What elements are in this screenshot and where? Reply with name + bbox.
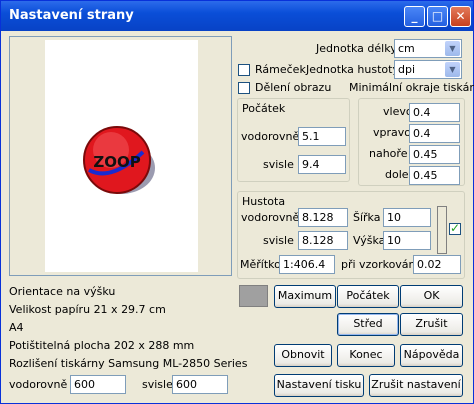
width-label: Šířka (353, 211, 381, 224)
margin-bottom-label: dole (385, 168, 409, 181)
orientation-label: Orientace na výšku (9, 285, 116, 298)
color-swatch[interactable] (239, 285, 268, 307)
maximize-icon: □ (431, 9, 444, 23)
split-label: Dělení obrazu (255, 81, 332, 94)
title-bar[interactable]: Nastavení strany _ □ ✕ (1, 1, 473, 31)
frame-checkbox[interactable] (238, 64, 250, 76)
print-setup-button[interactable]: Nastavení tisku (274, 374, 364, 397)
end-button[interactable]: Konec (337, 344, 395, 367)
margin-bottom-input[interactable]: 0.45 (409, 166, 460, 185)
ok-button[interactable]: OK (400, 285, 463, 308)
density-h-label: vodorovně (241, 211, 300, 224)
margin-left-input[interactable]: 0.4 (409, 103, 460, 122)
printable-area-label: Potištitelná plocha 202 x 288 mm (9, 339, 195, 352)
density-v-label: svisle (263, 234, 294, 247)
res-v-input[interactable]: 600 (172, 375, 228, 394)
split-checkbox[interactable] (238, 82, 250, 94)
minimize-button[interactable]: _ (404, 6, 425, 27)
height-label: Výška (353, 234, 386, 247)
margin-right-label: vpravo (373, 126, 411, 139)
margin-top-input[interactable]: 0.45 (409, 145, 460, 164)
origin-v-label: svisle (263, 158, 294, 171)
link-bar (437, 206, 447, 254)
scale-input[interactable]: 1:406.4 (279, 255, 335, 274)
cancel-button[interactable]: Zrušit (400, 313, 463, 336)
length-unit-label: Jednotka délky (316, 42, 397, 55)
restore-button[interactable]: Obnovit (274, 344, 332, 367)
scale-label: Měřítko (240, 258, 281, 271)
origin-v-input[interactable]: 9.4 (298, 155, 346, 174)
window-title: Nastavení strany (9, 8, 134, 23)
paper-name: A4 (9, 321, 24, 334)
chevron-down-icon: ▼ (445, 41, 460, 56)
origin-h-label: vodorovně (241, 130, 300, 143)
zoop-logo-icon: ZOOP (83, 126, 155, 194)
density-unit-label: Jednotka hustoty (306, 63, 399, 76)
center-button[interactable]: Střed (337, 313, 399, 336)
cancel-setup-button[interactable]: Zrušit nastavení (369, 374, 463, 397)
length-unit-select[interactable]: cm ▼ (394, 39, 462, 58)
origin-h-input[interactable]: 5.1 (298, 127, 346, 146)
height-input[interactable]: 10 (383, 231, 431, 250)
res-v-label: svisle (142, 378, 173, 391)
density-unit-value: dpi (398, 63, 416, 76)
origin-button[interactable]: Počátek (337, 285, 399, 308)
minimize-icon: _ (411, 9, 418, 23)
density-v-input[interactable]: 8.128 (298, 231, 348, 250)
link-dimensions-checkbox[interactable] (449, 221, 461, 235)
margin-top-label: nahoře (369, 147, 408, 160)
printer-resolution-label: Rozlišení tiskárny Samsung ML-2850 Serie… (9, 357, 248, 370)
paper-size-label: Velikost papíru 21 x 29.7 cm (9, 303, 166, 316)
sampling-input[interactable]: 0.02 (413, 255, 461, 274)
paper-preview: ZOOP (45, 40, 198, 272)
min-margins-label: Minimální okraje tiskárny (349, 81, 474, 94)
density-group-title: Hustota (242, 195, 286, 208)
density-h-input[interactable]: 8.128 (298, 208, 348, 227)
close-icon: ✕ (455, 9, 466, 23)
width-input[interactable]: 10 (383, 208, 431, 227)
origin-group-title: Počátek (242, 102, 286, 115)
maximize-button[interactable]: □ (427, 6, 448, 27)
res-h-input[interactable]: 600 (70, 375, 126, 394)
chevron-down-icon: ▼ (445, 62, 460, 77)
close-button[interactable]: ✕ (450, 6, 471, 27)
page-setup-dialog: Nastavení strany _ □ ✕ ZOOP Jednotka dél… (0, 0, 474, 404)
frame-label: Rámeček (255, 63, 306, 76)
density-unit-select[interactable]: dpi ▼ (394, 60, 462, 79)
res-h-label: vodorovně (9, 378, 68, 391)
page-preview: ZOOP (9, 36, 232, 276)
svg-text:ZOOP: ZOOP (93, 153, 140, 171)
margin-right-input[interactable]: 0.4 (409, 124, 460, 143)
help-button[interactable]: Nápověda (400, 344, 463, 367)
maximum-button[interactable]: Maximum (274, 285, 336, 308)
length-unit-value: cm (398, 42, 415, 55)
sampling-label: při vzorkování (341, 258, 419, 271)
